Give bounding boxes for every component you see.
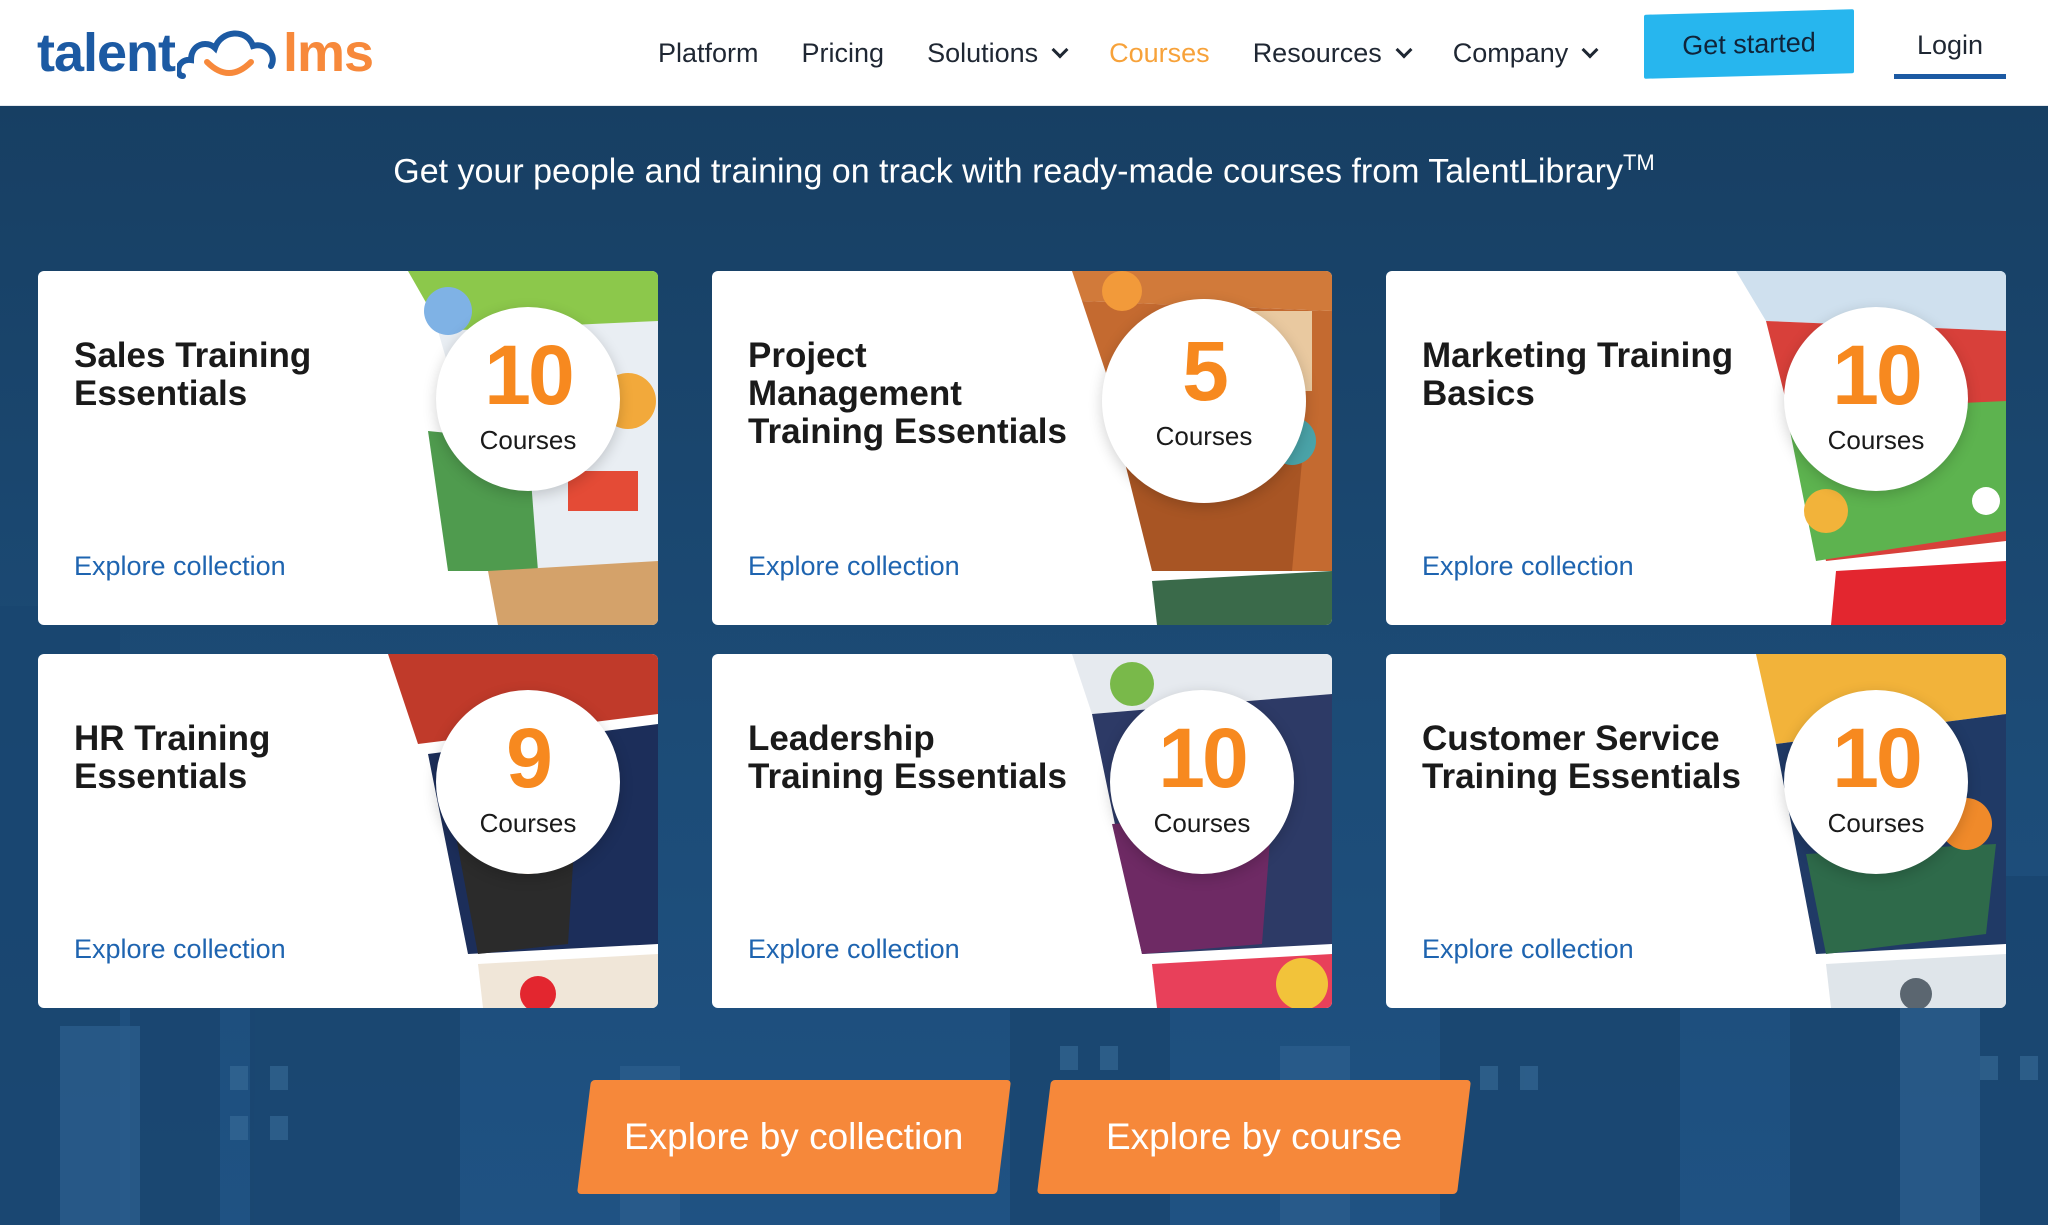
button-label: Explore by collection xyxy=(624,1116,964,1157)
site-header: talent lms Platform Pricing Solutions Co… xyxy=(0,0,2048,106)
cloud-smile-icon xyxy=(177,30,276,79)
explore-by-collection-button[interactable]: Explore by collection xyxy=(577,1080,1011,1194)
course-count-label: Courses xyxy=(479,425,577,455)
nav-item-courses[interactable]: Courses xyxy=(1109,38,1210,69)
course-count-badge: 10 Courses xyxy=(1110,690,1294,874)
explore-collection-link[interactable]: Explore collection xyxy=(74,551,286,582)
nav-item-solutions[interactable]: Solutions xyxy=(927,37,1069,69)
talentlms-logo[interactable]: talent lms xyxy=(37,18,374,88)
nav-label: Company xyxy=(1452,37,1569,68)
nav-item-platform[interactable]: Platform xyxy=(658,38,759,69)
explore-collection-link[interactable]: Explore collection xyxy=(74,934,286,965)
get-started-button[interactable]: Get started xyxy=(1644,9,1854,79)
collection-card-sales[interactable]: Sales Training Essentials Explore collec… xyxy=(38,271,658,625)
explore-by-course-button[interactable]: Explore by course xyxy=(1037,1080,1471,1194)
collection-card-project-management[interactable]: Project Management Training Essentials E… xyxy=(712,271,1332,625)
login-link[interactable]: Login xyxy=(1894,30,2006,80)
button-label: Explore by course xyxy=(1105,1116,1403,1157)
explore-collection-link[interactable]: Explore collection xyxy=(1422,551,1634,582)
nav-item-pricing[interactable]: Pricing xyxy=(802,38,885,69)
chevron-down-icon xyxy=(1581,41,1599,58)
nav-label: Pricing xyxy=(801,37,885,68)
nav-label: Courses xyxy=(1109,37,1210,68)
card-title: Sales Training Essentials xyxy=(74,336,312,413)
collection-card-customer-service[interactable]: Customer Service Training Essentials Exp… xyxy=(1386,654,2006,1008)
course-count-badge: 9 Courses xyxy=(436,690,620,874)
card-title: Customer Service Training Essentials xyxy=(1422,719,1741,796)
trademark-sup: TM xyxy=(1622,150,1655,175)
course-count-label: Courses xyxy=(479,808,577,838)
explore-collection-link[interactable]: Explore collection xyxy=(748,934,960,965)
course-count-badge: 10 Courses xyxy=(1784,307,1968,491)
card-title: Leadership Training Essentials xyxy=(748,719,1067,796)
course-count-badge: 10 Courses xyxy=(1784,690,1968,874)
course-count-label: Courses xyxy=(1155,421,1253,451)
course-count-label: Courses xyxy=(1153,808,1251,838)
card-title: Project Management Training Essentials xyxy=(748,336,1067,451)
tagline-text: Get your people and training on track wi… xyxy=(393,152,1623,191)
chevron-down-icon xyxy=(1395,41,1413,58)
nav-label: Platform xyxy=(658,37,759,68)
course-count-badge: 10 Courses xyxy=(436,307,620,491)
course-count: 9 xyxy=(506,711,553,805)
course-count: 10 xyxy=(484,328,574,422)
nav-label: Resources xyxy=(1252,37,1382,68)
card-title: Marketing Training Basics xyxy=(1422,336,1734,413)
course-count-label: Courses xyxy=(1827,425,1925,455)
course-count: 10 xyxy=(1832,711,1922,805)
collection-card-hr[interactable]: HR Training Essentials Explore collectio… xyxy=(38,654,658,1008)
nav-item-company[interactable]: Company xyxy=(1452,37,1599,69)
card-title: HR Training Essentials xyxy=(74,719,271,796)
hero-tagline: Get your people and training on track wi… xyxy=(0,150,2048,191)
main-nav: Platform Pricing Solutions Courses Resou… xyxy=(658,30,1639,76)
explore-collection-link[interactable]: Explore collection xyxy=(1422,934,1634,965)
course-count: 10 xyxy=(1832,328,1922,422)
course-count-badge: 5 Courses xyxy=(1102,299,1306,503)
nav-item-resources[interactable]: Resources xyxy=(1252,37,1413,69)
collection-card-leadership[interactable]: Leadership Training Essentials Explore c… xyxy=(712,654,1332,1008)
course-count: 10 xyxy=(1158,711,1248,805)
chevron-down-icon xyxy=(1051,41,1069,58)
logo-text-lms: lms xyxy=(283,23,374,83)
course-count: 5 xyxy=(1182,324,1229,418)
login-underline xyxy=(1894,74,2006,79)
nav-label: Solutions xyxy=(927,37,1039,68)
course-count-label: Courses xyxy=(1827,808,1925,838)
logo-text-talent: talent xyxy=(37,23,176,83)
explore-collection-link[interactable]: Explore collection xyxy=(748,551,960,582)
collection-card-marketing[interactable]: Marketing Training Basics Explore collec… xyxy=(1386,271,2006,625)
